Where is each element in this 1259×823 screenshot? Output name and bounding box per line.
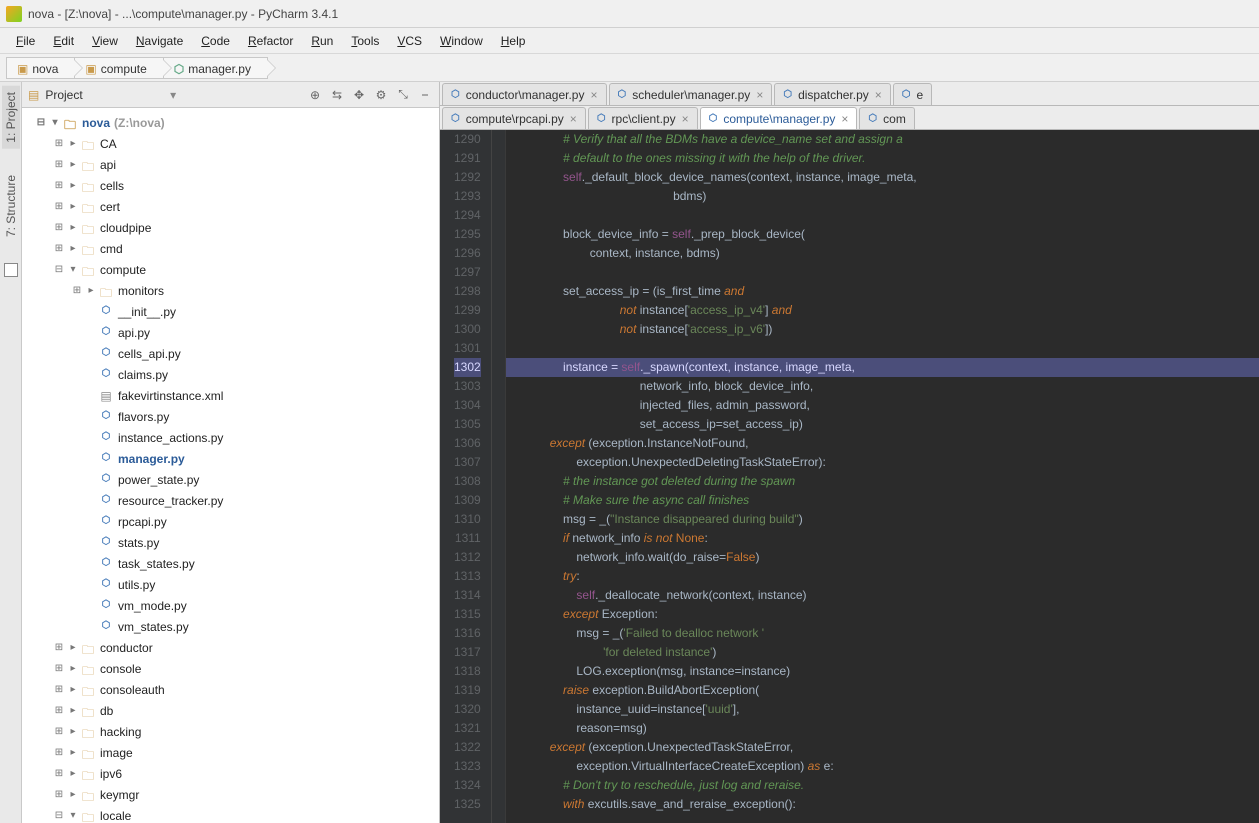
tree-resource_tracker-py[interactable]: ⬡resource_tracker.py: [22, 490, 439, 511]
menu-edit[interactable]: Edit: [45, 31, 82, 51]
close-tab-icon[interactable]: ×: [590, 88, 597, 102]
close-tab-icon[interactable]: ×: [841, 112, 848, 126]
close-tab-icon[interactable]: ×: [570, 112, 577, 126]
menu-refactor[interactable]: Refactor: [240, 31, 301, 51]
python-file-icon: ⬡: [451, 89, 460, 100]
tree-power_state-py[interactable]: ⬡power_state.py: [22, 469, 439, 490]
close-tab-icon[interactable]: ×: [682, 112, 689, 126]
tree-ipv6[interactable]: ⊞▸🗀ipv6: [22, 763, 439, 784]
tree-__init__-py[interactable]: ⬡__init__.py: [22, 301, 439, 322]
tree-manager-py[interactable]: ⬡manager.py: [22, 448, 439, 469]
dropdown-icon[interactable]: ▾: [170, 88, 176, 102]
project-header: ▤ Project ▾ ⊕ ⇆ ✥ ⚙ ⤡ ⎯: [22, 82, 439, 108]
menu-help[interactable]: Help: [493, 31, 534, 51]
tab-rpc-client-py[interactable]: ⬡rpc\client.py×: [588, 107, 698, 129]
tab-scheduler-manager-py[interactable]: ⬡scheduler\manager.py×: [609, 83, 773, 105]
menu-vcs[interactable]: VCS: [389, 31, 430, 51]
editor-area: ⬡conductor\manager.py×⬡scheduler\manager…: [440, 82, 1259, 823]
collapse-all-icon[interactable]: ⇆: [329, 88, 345, 102]
tree-instance_actions-py[interactable]: ⬡instance_actions.py: [22, 427, 439, 448]
crumb-manager-py[interactable]: ⬡manager.py: [163, 57, 268, 79]
tree-claims-py[interactable]: ⬡claims.py: [22, 364, 439, 385]
editor-tab-row-1: ⬡conductor\manager.py×⬡scheduler\manager…: [440, 82, 1259, 106]
python-file-icon: ⬡: [597, 113, 606, 124]
close-tab-icon[interactable]: ×: [756, 88, 763, 102]
python-file-icon: ⬡: [783, 89, 792, 100]
tree-locale[interactable]: ⊟▾🗀locale: [22, 805, 439, 823]
scroll-from-source-icon[interactable]: ⊕: [307, 88, 323, 102]
gear-icon[interactable]: ⚙: [373, 88, 389, 102]
tree-vm_mode-py[interactable]: ⬡vm_mode.py: [22, 595, 439, 616]
tree-fakevirtinstance-xml[interactable]: ▤fakevirtinstance.xml: [22, 385, 439, 406]
tree-conductor[interactable]: ⊞▸🗀conductor: [22, 637, 439, 658]
project-panel: ▤ Project ▾ ⊕ ⇆ ✥ ⚙ ⤡ ⎯ ⊟▾🗀nova(Z:\nova)…: [22, 82, 440, 823]
tab-compute-rpcapi-py[interactable]: ⬡compute\rpcapi.py×: [442, 107, 586, 129]
code-editor[interactable]: 1290129112921293129412951296129712981299…: [440, 130, 1259, 823]
menu-view[interactable]: View: [84, 31, 126, 51]
menubar: FileEditViewNavigateCodeRefactorRunTools…: [0, 28, 1259, 54]
tree-image[interactable]: ⊞▸🗀image: [22, 742, 439, 763]
python-file-icon: ⬡: [618, 89, 627, 100]
python-file-icon: ⬡: [451, 113, 460, 124]
tree-console[interactable]: ⊞▸🗀console: [22, 658, 439, 679]
editor-tabs: ⬡conductor\manager.py×⬡scheduler\manager…: [440, 82, 1259, 130]
tree-consoleauth[interactable]: ⊞▸🗀consoleauth: [22, 679, 439, 700]
tree-cells[interactable]: ⊞▸🗀cells: [22, 175, 439, 196]
tree-task_states-py[interactable]: ⬡task_states.py: [22, 553, 439, 574]
breadcrumb: ▣nova▣compute⬡manager.py: [0, 54, 1259, 82]
python-file-icon: ⬡: [868, 113, 877, 124]
crumb-nova[interactable]: ▣nova: [6, 57, 75, 79]
tree-cert[interactable]: ⊞▸🗀cert: [22, 196, 439, 217]
menu-file[interactable]: File: [8, 31, 43, 51]
breakpoint-stripe[interactable]: [492, 130, 506, 823]
rail-7-structure[interactable]: 7: Structure: [2, 169, 20, 243]
tree-vm_states-py[interactable]: ⬡vm_states.py: [22, 616, 439, 637]
tree-hacking[interactable]: ⊞▸🗀hacking: [22, 721, 439, 742]
crumb-compute[interactable]: ▣compute: [74, 57, 163, 79]
code-content[interactable]: # Verify that all the BDMs have a device…: [506, 130, 1259, 823]
project-header-icon: ▤: [28, 88, 39, 102]
tree-flavors-py[interactable]: ⬡flavors.py: [22, 406, 439, 427]
python-file-icon: ⬡: [902, 89, 911, 100]
tree-cloudpipe[interactable]: ⊞▸🗀cloudpipe: [22, 217, 439, 238]
tree-cells_api-py[interactable]: ⬡cells_api.py: [22, 343, 439, 364]
project-tree[interactable]: ⊟▾🗀nova(Z:\nova)⊞▸🗀CA⊞▸🗀api⊞▸🗀cells⊞▸🗀ce…: [22, 108, 439, 823]
editor-tab-row-2: ⬡compute\rpcapi.py×⬡rpc\client.py×⬡compu…: [440, 106, 1259, 130]
autoscroll-icon[interactable]: ✥: [351, 88, 367, 102]
tree-monitors[interactable]: ⊞▸🗀monitors: [22, 280, 439, 301]
line-number-gutter: 1290129112921293129412951296129712981299…: [440, 130, 492, 823]
tree-compute[interactable]: ⊟▾🗀compute: [22, 259, 439, 280]
menu-code[interactable]: Code: [193, 31, 238, 51]
tree-api[interactable]: ⊞▸🗀api: [22, 154, 439, 175]
python-file-icon: ⬡: [709, 113, 718, 124]
tab-compute-manager-py[interactable]: ⬡compute\manager.py×: [700, 107, 858, 129]
tab-com[interactable]: ⬡com: [859, 107, 914, 129]
tree-keymgr[interactable]: ⊞▸🗀keymgr: [22, 784, 439, 805]
close-tab-icon[interactable]: ×: [875, 88, 882, 102]
app-logo-icon: [6, 6, 22, 22]
tree-stats-py[interactable]: ⬡stats.py: [22, 532, 439, 553]
tree-utils-py[interactable]: ⬡utils.py: [22, 574, 439, 595]
tree-rpcapi-py[interactable]: ⬡rpcapi.py: [22, 511, 439, 532]
menu-run[interactable]: Run: [303, 31, 341, 51]
minimize-icon[interactable]: ⎯: [417, 87, 433, 102]
tool-window-rail: 1: Project 7: Structure: [0, 82, 22, 823]
menu-navigate[interactable]: Navigate: [128, 31, 191, 51]
hide-icon[interactable]: ⤡: [395, 87, 411, 102]
tab-conductor-manager-py[interactable]: ⬡conductor\manager.py×: [442, 83, 607, 105]
window-title: nova - [Z:\nova] - ...\compute\manager.p…: [28, 7, 338, 21]
tab-e[interactable]: ⬡e: [893, 83, 932, 105]
project-header-title: Project: [45, 88, 164, 102]
menu-window[interactable]: Window: [432, 31, 491, 51]
menu-tools[interactable]: Tools: [343, 31, 387, 51]
tree-api-py[interactable]: ⬡api.py: [22, 322, 439, 343]
rail-1-project[interactable]: 1: Project: [2, 86, 20, 149]
rail-square-icon[interactable]: [4, 263, 18, 277]
tree-ca[interactable]: ⊞▸🗀CA: [22, 133, 439, 154]
tree-cmd[interactable]: ⊞▸🗀cmd: [22, 238, 439, 259]
tree-db[interactable]: ⊞▸🗀db: [22, 700, 439, 721]
tab-dispatcher-py[interactable]: ⬡dispatcher.py×: [774, 83, 890, 105]
titlebar: nova - [Z:\nova] - ...\compute\manager.p…: [0, 0, 1259, 28]
tree-nova[interactable]: ⊟▾🗀nova(Z:\nova): [22, 112, 439, 133]
